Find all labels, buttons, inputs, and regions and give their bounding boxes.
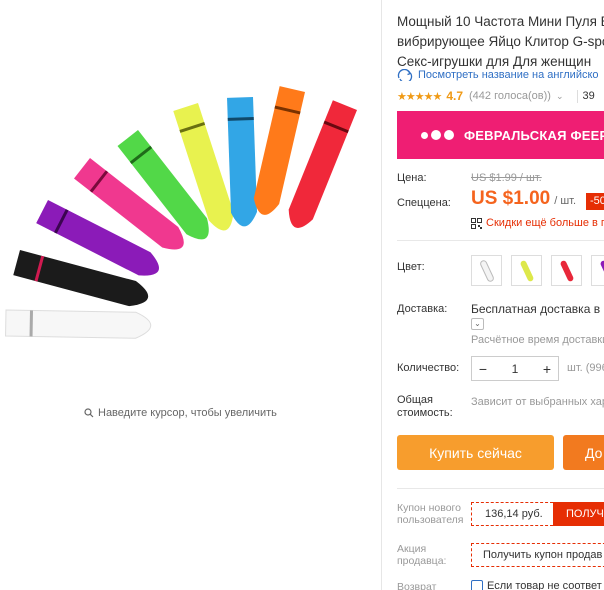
seller-promo-label: продавца: — [397, 555, 447, 567]
quantity-plus-button[interactable]: + — [536, 361, 558, 377]
new-user-coupon-label: пользователя — [397, 514, 464, 526]
buy-now-button[interactable]: Купить сейчас — [397, 435, 554, 470]
old-price: US $1.99 / шт. — [471, 172, 542, 184]
promo-dots-icon — [421, 130, 454, 140]
seller-promo-label: Акция — [397, 543, 427, 555]
rating-row: ★★★★★ 4.7 (442 голоса(ов)) ⌄ 39 — [397, 89, 595, 103]
seller-coupon-button[interactable]: Получить купон продав — [471, 543, 604, 567]
bullet-blue — [227, 97, 258, 227]
chevron-down-icon[interactable]: ⌄ — [471, 318, 484, 330]
swatch-white-icon — [479, 259, 494, 282]
zoom-hint: Наведите курсор, чтобы увеличить — [84, 407, 277, 419]
quantity-available: шт. (996 — [567, 362, 604, 374]
votes-count[interactable]: (442 голоса(ов)) — [469, 90, 551, 102]
price-label: Цена: — [397, 172, 427, 184]
swatch-purple-icon — [600, 260, 604, 281]
translate-link-text[interactable]: Посмотреть название на английско — [418, 69, 599, 81]
bullet-white — [5, 309, 152, 339]
promo-text: ФЕВРАЛЬСКАЯ ФЕЕР — [464, 127, 604, 143]
divider — [397, 488, 604, 489]
app-discount-text[interactable]: Скидки ещё больше в п — [486, 217, 604, 229]
title-line: вибрирующее Яйцо Клитор G-spo — [397, 34, 604, 49]
color-swatch-yellow[interactable] — [511, 255, 542, 286]
star-rating-icon: ★★★★★ — [397, 90, 442, 103]
separator — [576, 89, 578, 103]
product-title: Мощный 10 Частота Мини Пуля В вибрирующе… — [397, 12, 604, 72]
add-to-cart-button[interactable]: До — [563, 435, 604, 470]
return-text: Если товар не соответ — [487, 580, 602, 590]
shipping-value[interactable]: Бесплатная доставка в R — [471, 302, 604, 316]
swatch-red-icon — [560, 260, 573, 281]
product-image[interactable] — [0, 70, 380, 350]
translate-link[interactable]: Посмотреть название на английско — [397, 69, 599, 81]
translate-icon — [397, 69, 413, 81]
color-swatch-purple[interactable] — [591, 255, 604, 286]
total-label: стоимость: — [397, 407, 453, 419]
new-price: US $1.00 / шт. — [471, 188, 576, 210]
orders-count: 39 — [582, 90, 595, 102]
divider — [397, 240, 604, 241]
rating-value: 4.7 — [446, 89, 463, 103]
color-swatch-red[interactable] — [551, 255, 582, 286]
magnifier-icon — [84, 408, 94, 418]
get-coupon-button[interactable]: ПОЛУЧИ — [553, 502, 604, 526]
new-user-coupon-value: 136,14 руб. — [471, 502, 553, 526]
new-user-coupon-label: Купон нового — [397, 502, 461, 514]
app-discount-link[interactable]: Скидки ещё больше в п — [471, 217, 604, 229]
color-label: Цвет: — [397, 261, 425, 273]
special-price-label: Спеццена: — [397, 197, 451, 209]
swatch-yellow-icon — [520, 260, 533, 281]
discount-badge: -50 — [586, 193, 604, 210]
title-line: Мощный 10 Частота Мини Пуля В — [397, 14, 604, 29]
return-label: Возврат — [397, 581, 437, 590]
total-value: Зависит от выбранных хар — [471, 396, 604, 408]
zoom-hint-text: Наведите курсор, чтобы увеличить — [98, 407, 277, 419]
shipping-time: Расчётное время доставки — [471, 334, 604, 346]
total-label: Общая — [397, 394, 433, 406]
chevron-down-icon[interactable]: ⌄ — [556, 91, 564, 102]
product-info: Мощный 10 Частота Мини Пуля В вибрирующе… — [397, 0, 604, 590]
quantity-label: Количество: — [397, 362, 460, 374]
new-price-value: US $1.00 — [471, 188, 551, 209]
quantity-minus-button[interactable]: − — [472, 361, 494, 377]
shipping-label: Доставка: — [397, 303, 448, 315]
return-icon — [471, 580, 483, 590]
return-policy: Если товар не соответ — [471, 580, 602, 590]
quantity-input[interactable]: 1 — [494, 362, 536, 376]
divider — [381, 0, 382, 590]
price-unit: / шт. — [554, 195, 577, 207]
product-gallery[interactable]: Наведите курсор, чтобы увеличить — [0, 0, 382, 590]
color-swatch-white[interactable] — [471, 255, 502, 286]
quantity-stepper[interactable]: − 1 + — [471, 356, 559, 381]
qr-code-icon — [471, 217, 482, 229]
promo-banner[interactable]: ФЕВРАЛЬСКАЯ ФЕЕР — [397, 111, 604, 159]
